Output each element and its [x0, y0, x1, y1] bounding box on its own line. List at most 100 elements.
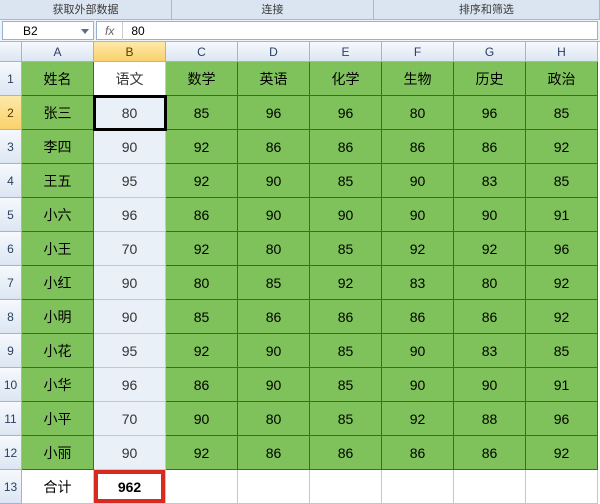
data-cell[interactable]: 96 — [238, 96, 310, 130]
data-cell[interactable]: 90 — [454, 198, 526, 232]
data-cell[interactable]: 96 — [310, 96, 382, 130]
data-cell[interactable]: 90 — [94, 300, 166, 334]
header-cell[interactable]: 历史 — [454, 62, 526, 96]
column-header-B[interactable]: B — [94, 42, 166, 62]
header-cell[interactable]: 姓名 — [22, 62, 94, 96]
data-cell[interactable]: 92 — [382, 232, 454, 266]
header-cell[interactable]: 语文 — [94, 62, 166, 96]
data-cell[interactable]: 92 — [526, 436, 598, 470]
data-cell[interactable]: 91 — [526, 198, 598, 232]
data-cell[interactable]: 96 — [526, 402, 598, 436]
data-cell[interactable]: 92 — [526, 130, 598, 164]
row-header-3[interactable]: 3 — [0, 130, 22, 164]
data-cell[interactable]: 92 — [310, 266, 382, 300]
data-cell[interactable]: 80 — [238, 402, 310, 436]
data-cell[interactable]: 86 — [382, 436, 454, 470]
data-cell[interactable]: 90 — [382, 198, 454, 232]
data-cell[interactable]: 小六 — [22, 198, 94, 232]
data-cell[interactable]: 92 — [166, 164, 238, 198]
row-header-13[interactable]: 13 — [0, 470, 22, 504]
data-cell[interactable]: 70 — [94, 232, 166, 266]
row-header-8[interactable]: 8 — [0, 300, 22, 334]
data-cell[interactable]: 85 — [526, 334, 598, 368]
column-header-G[interactable]: G — [454, 42, 526, 62]
data-cell[interactable]: 96 — [94, 198, 166, 232]
data-cell[interactable]: 90 — [94, 130, 166, 164]
data-cell[interactable]: 96 — [454, 96, 526, 130]
data-cell[interactable]: 90 — [238, 164, 310, 198]
data-cell[interactable]: 90 — [454, 368, 526, 402]
row-header-5[interactable]: 5 — [0, 198, 22, 232]
data-cell[interactable]: 95 — [94, 164, 166, 198]
data-cell[interactable]: 85 — [310, 164, 382, 198]
row-header-2[interactable]: 2 — [0, 96, 22, 130]
data-cell[interactable]: 90 — [310, 198, 382, 232]
data-cell[interactable]: 王五 — [22, 164, 94, 198]
data-cell[interactable]: 80 — [166, 266, 238, 300]
data-cell[interactable]: 92 — [166, 130, 238, 164]
data-cell[interactable]: 小红 — [22, 266, 94, 300]
ribbon-group-external-data[interactable]: 获取外部数据 — [0, 0, 172, 19]
total-value-cell[interactable] — [382, 470, 454, 504]
row-header-9[interactable]: 9 — [0, 334, 22, 368]
column-header-F[interactable]: F — [382, 42, 454, 62]
data-cell[interactable]: 92 — [454, 232, 526, 266]
data-cell[interactable]: 86 — [454, 130, 526, 164]
data-cell[interactable]: 90 — [94, 436, 166, 470]
total-value-cell[interactable] — [454, 470, 526, 504]
data-cell[interactable]: 90 — [382, 334, 454, 368]
data-cell[interactable]: 86 — [310, 130, 382, 164]
column-header-A[interactable]: A — [22, 42, 94, 62]
data-cell[interactable]: 90 — [94, 266, 166, 300]
ribbon-group-sort-filter[interactable]: 排序和筛选 — [374, 0, 600, 19]
header-cell[interactable]: 英语 — [238, 62, 310, 96]
data-cell[interactable]: 86 — [382, 300, 454, 334]
data-cell[interactable]: 96 — [94, 368, 166, 402]
data-cell[interactable]: 83 — [382, 266, 454, 300]
data-cell[interactable]: 86 — [238, 300, 310, 334]
data-cell[interactable]: 90 — [382, 164, 454, 198]
column-header-E[interactable]: E — [310, 42, 382, 62]
data-cell[interactable]: 86 — [238, 130, 310, 164]
data-cell[interactable]: 70 — [94, 402, 166, 436]
select-all-corner[interactable] — [0, 42, 22, 62]
data-cell[interactable]: 85 — [310, 334, 382, 368]
data-cell[interactable]: 85 — [526, 164, 598, 198]
data-cell[interactable]: 85 — [166, 300, 238, 334]
data-cell[interactable]: 86 — [238, 436, 310, 470]
header-cell[interactable]: 生物 — [382, 62, 454, 96]
data-cell[interactable]: 小平 — [22, 402, 94, 436]
data-cell[interactable]: 85 — [238, 266, 310, 300]
formula-input-area[interactable]: fx 80 — [96, 21, 598, 40]
data-cell[interactable]: 小华 — [22, 368, 94, 402]
data-cell[interactable]: 83 — [454, 164, 526, 198]
data-cell[interactable]: 92 — [382, 402, 454, 436]
row-header-6[interactable]: 6 — [0, 232, 22, 266]
header-cell[interactable]: 数学 — [166, 62, 238, 96]
data-cell[interactable]: 80 — [94, 96, 166, 130]
name-box[interactable]: B2 — [2, 21, 94, 40]
data-cell[interactable]: 85 — [310, 402, 382, 436]
row-header-1[interactable]: 1 — [0, 62, 22, 96]
data-cell[interactable]: 86 — [310, 300, 382, 334]
ribbon-group-connections[interactable]: 连接 — [172, 0, 374, 19]
row-header-12[interactable]: 12 — [0, 436, 22, 470]
data-cell[interactable]: 90 — [238, 198, 310, 232]
data-cell[interactable]: 85 — [526, 96, 598, 130]
row-header-11[interactable]: 11 — [0, 402, 22, 436]
data-cell[interactable]: 张三 — [22, 96, 94, 130]
data-cell[interactable]: 90 — [238, 334, 310, 368]
data-cell[interactable]: 90 — [382, 368, 454, 402]
total-value-cell[interactable] — [310, 470, 382, 504]
column-header-C[interactable]: C — [166, 42, 238, 62]
data-cell[interactable]: 86 — [166, 368, 238, 402]
data-cell[interactable]: 86 — [310, 436, 382, 470]
row-header-7[interactable]: 7 — [0, 266, 22, 300]
total-value-cell[interactable] — [526, 470, 598, 504]
total-value-cell[interactable] — [238, 470, 310, 504]
fx-icon[interactable]: fx — [97, 22, 123, 40]
data-cell[interactable]: 88 — [454, 402, 526, 436]
data-cell[interactable]: 85 — [310, 232, 382, 266]
data-cell[interactable]: 86 — [454, 300, 526, 334]
data-cell[interactable]: 95 — [94, 334, 166, 368]
